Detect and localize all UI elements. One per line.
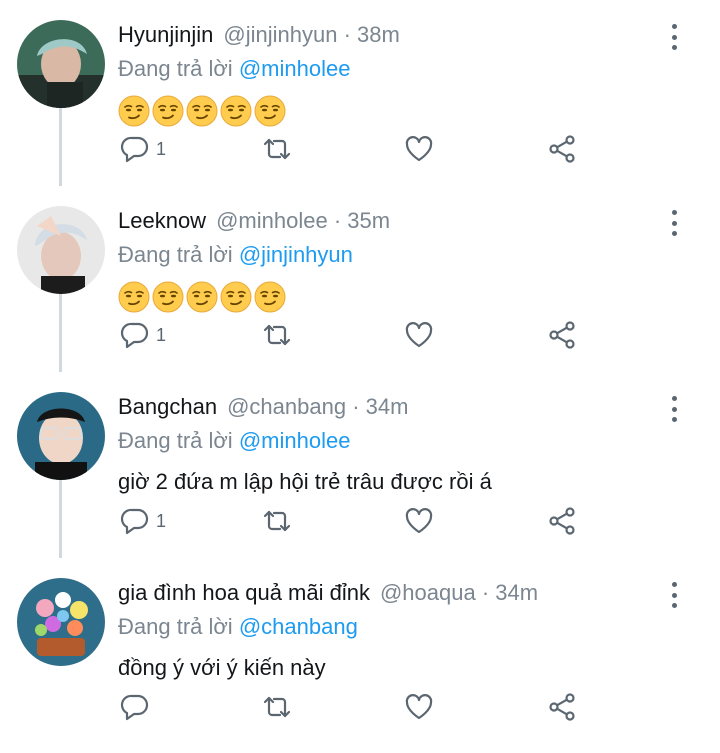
reply-icon	[120, 320, 150, 350]
like-button[interactable]	[404, 506, 434, 536]
separator-dot: ·	[481, 580, 490, 605]
smirk-emoji-icon	[220, 95, 252, 127]
replying-to: Đang trả lời @minholee	[118, 55, 350, 83]
avatar-leeknow[interactable]	[17, 206, 105, 294]
display-name[interactable]: Bangchan	[118, 394, 217, 419]
tweet-actions: 1	[0, 128, 720, 168]
replying-to-handle[interactable]: @chanbang	[239, 614, 358, 639]
smirk-emoji-icon	[220, 281, 252, 313]
separator-dot: ·	[343, 22, 351, 47]
tweet-text	[118, 281, 286, 313]
replying-to-label: Đang trả lời	[118, 56, 233, 81]
timestamp[interactable]: 38m	[357, 22, 400, 47]
reply-thread: Hyunjinjin @jinjinhyun · 38m Đang trả lời …	[0, 0, 720, 753]
heart-icon	[404, 320, 434, 350]
smirk-emoji-icon	[152, 281, 184, 313]
separator-dot: ·	[333, 208, 342, 233]
username-handle[interactable]: @hoaqua	[380, 580, 476, 605]
share-button[interactable]	[547, 134, 577, 164]
reply-count: 1	[156, 324, 167, 345]
replying-to: Đang trả lời @jinjinhyun	[118, 241, 353, 269]
smirk-emoji-icon	[254, 95, 286, 127]
more-options-icon[interactable]	[665, 210, 683, 236]
avatar-hoaqua[interactable]	[17, 578, 105, 666]
replying-to: Đang trả lời @minholee	[118, 427, 350, 455]
tweet-header: Hyunjinjin @jinjinhyun · 38m	[118, 22, 400, 48]
avatar-bangchan[interactable]	[17, 392, 105, 480]
share-icon	[547, 692, 577, 722]
reply-tweet[interactable]: Hyunjinjin @jinjinhyun · 38m Đang trả lời …	[0, 0, 720, 186]
username-handle[interactable]: @chanbang	[227, 394, 346, 419]
reply-count: 1	[156, 138, 167, 159]
retweet-icon	[262, 506, 292, 536]
tweet-header: Leeknow @minholee · 35m	[118, 208, 390, 234]
timestamp[interactable]: 35m	[347, 208, 390, 233]
more-options-icon[interactable]	[665, 582, 683, 608]
username-handle[interactable]: @minholee	[216, 208, 328, 233]
tweet-actions: 1	[0, 500, 720, 540]
username-handle[interactable]: @jinjinhyun	[223, 22, 337, 47]
reply-button[interactable]	[120, 692, 156, 722]
share-icon	[547, 506, 577, 536]
tweet-text: giờ 2 đứa m lập hội trẻ trâu được rồi á	[118, 469, 492, 494]
like-button[interactable]	[404, 134, 434, 164]
share-button[interactable]	[547, 320, 577, 350]
retweet-button[interactable]	[262, 506, 292, 536]
replying-to-label: Đang trả lời	[118, 614, 233, 639]
smirk-emoji-icon	[118, 95, 150, 127]
share-button[interactable]	[547, 692, 577, 722]
reply-button[interactable]: 1	[120, 506, 166, 536]
display-name[interactable]: gia đình hoa quả mãi đỉnk	[118, 580, 370, 605]
avatar-hyunjinjin[interactable]	[17, 20, 105, 108]
smirk-emoji-icon	[186, 95, 218, 127]
more-options-icon[interactable]	[665, 396, 683, 422]
tweet-header: gia đình hoa quả mãi đỉnk @hoaqua · 34m	[118, 580, 538, 606]
heart-icon	[404, 506, 434, 536]
share-icon	[547, 320, 577, 350]
reply-tweet[interactable]: Bangchan @chanbang · 34m Đang trả lời @min…	[0, 372, 720, 558]
tweet-text	[118, 95, 286, 127]
reply-icon	[120, 692, 150, 722]
replying-to-handle[interactable]: @jinjinhyun	[239, 242, 353, 267]
display-name[interactable]: Hyunjinjin	[118, 22, 213, 47]
tweet-actions: 1	[0, 314, 720, 354]
retweet-icon	[262, 320, 292, 350]
separator-dot: ·	[352, 394, 360, 419]
like-button[interactable]	[404, 320, 434, 350]
heart-icon	[404, 134, 434, 164]
retweet-icon	[262, 692, 292, 722]
reply-count: 1	[156, 510, 167, 531]
retweet-icon	[262, 134, 292, 164]
tweet-actions	[0, 686, 720, 726]
replying-to-label: Đang trả lời	[118, 242, 233, 267]
reply-icon	[120, 506, 150, 536]
retweet-button[interactable]	[262, 320, 292, 350]
share-icon	[547, 134, 577, 164]
more-options-icon[interactable]	[665, 24, 683, 50]
like-button[interactable]	[404, 692, 434, 722]
replying-to-label: Đang trả lời	[118, 428, 233, 453]
replying-to-handle[interactable]: @minholee	[239, 56, 351, 81]
smirk-emoji-icon	[152, 95, 184, 127]
share-button[interactable]	[547, 506, 577, 536]
reply-button[interactable]: 1	[120, 320, 166, 350]
smirk-emoji-icon	[254, 281, 286, 313]
timestamp[interactable]: 34m	[495, 580, 538, 605]
reply-button[interactable]: 1	[120, 134, 166, 164]
replying-to-handle[interactable]: @minholee	[239, 428, 351, 453]
reply-tweet[interactable]: gia đình hoa quả mãi đỉnk @hoaqua · 34m Đa…	[0, 558, 720, 744]
smirk-emoji-icon	[118, 281, 150, 313]
heart-icon	[404, 692, 434, 722]
tweet-text: đồng ý với ý kiến này	[118, 655, 326, 680]
reply-icon	[120, 134, 150, 164]
timestamp[interactable]: 34m	[366, 394, 409, 419]
retweet-button[interactable]	[262, 692, 292, 722]
replying-to: Đang trả lời @chanbang	[118, 613, 358, 641]
reply-tweet[interactable]: Leeknow @minholee · 35m Đang trả lời @jinj…	[0, 186, 720, 372]
tweet-header: Bangchan @chanbang · 34m	[118, 394, 408, 420]
smirk-emoji-icon	[186, 281, 218, 313]
display-name[interactable]: Leeknow	[118, 208, 206, 233]
retweet-button[interactable]	[262, 134, 292, 164]
